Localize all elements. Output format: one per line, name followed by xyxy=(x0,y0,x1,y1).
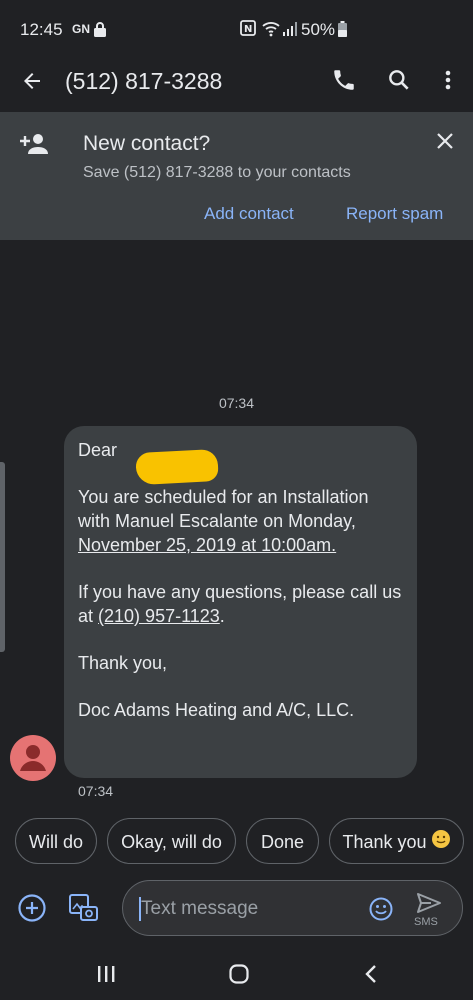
home-icon[interactable] xyxy=(228,963,250,990)
add-contact-button[interactable]: Add contact xyxy=(194,196,304,232)
smiley-emoji-icon xyxy=(431,820,451,866)
back-chevron-icon[interactable] xyxy=(362,963,382,990)
banner-title: New contact? xyxy=(83,132,211,155)
back-arrow-icon[interactable] xyxy=(20,69,44,98)
person-add-icon xyxy=(20,132,50,161)
report-spam-button[interactable]: Report spam xyxy=(336,196,454,232)
app-bar: (512) 817-3288 xyxy=(0,58,473,112)
scroll-indicator xyxy=(0,462,5,652)
avatar[interactable] xyxy=(10,735,56,781)
gallery-camera-icon[interactable] xyxy=(67,892,99,929)
phone-icon[interactable] xyxy=(331,67,357,98)
message-line-2-end: . xyxy=(219,606,225,626)
message-placeholder: Text message xyxy=(141,898,259,919)
svg-text:N: N xyxy=(244,24,252,35)
signal-icon xyxy=(283,21,297,41)
status-time: 12:45 xyxy=(20,20,63,39)
smart-reply-chip[interactable]: Thank you xyxy=(329,818,464,864)
smart-reply-label: Will do xyxy=(28,832,83,852)
carrier-label: GN xyxy=(72,22,90,36)
add-circle-icon[interactable] xyxy=(17,893,47,928)
new-contact-banner: New contact? Save (512) 817-3288 to your… xyxy=(0,112,473,240)
send-mode-label: SMS xyxy=(414,916,438,928)
status-bar: 12:45 GN N 50% xyxy=(0,0,473,58)
nfc-icon: N xyxy=(240,20,256,41)
wifi-icon xyxy=(262,21,280,42)
lock-icon xyxy=(93,21,107,42)
more-vert-icon[interactable] xyxy=(438,67,458,98)
search-icon[interactable] xyxy=(386,67,412,98)
compose-bar: Text message SMS xyxy=(0,878,473,938)
redaction-mark xyxy=(135,448,219,486)
person-icon xyxy=(20,745,46,771)
smart-reply-label: Thank you xyxy=(342,832,427,852)
recents-icon[interactable] xyxy=(96,964,116,989)
battery-percent: 50% xyxy=(301,20,336,39)
message-bubble[interactable]: Dear You are scheduled for an Installati… xyxy=(64,426,417,778)
message-line-1: You are scheduled for an Installation wi… xyxy=(78,487,369,531)
conversation-timestamp: 07:34 xyxy=(218,395,255,411)
message-line-4: Doc Adams Heating and A/C, LLC. xyxy=(78,700,355,720)
message-greeting: Dear xyxy=(78,440,118,460)
message-timestamp: 07:34 xyxy=(78,783,114,799)
conversation-title: (512) 817-3288 xyxy=(65,68,223,94)
smart-reply-label: Done xyxy=(260,832,305,852)
appointment-date-link[interactable]: November 25, 2019 at 10:00am. xyxy=(78,535,336,555)
message-input[interactable]: Text message SMS xyxy=(122,880,463,936)
smart-reply-chip[interactable]: Done xyxy=(246,818,319,864)
phone-number-link[interactable]: (210) 957-1123 xyxy=(98,606,220,626)
close-icon[interactable] xyxy=(434,130,456,157)
emoji-icon[interactable] xyxy=(368,896,394,927)
system-nav-bar xyxy=(0,950,473,1000)
smart-reply-label: Okay, will do xyxy=(121,832,222,852)
smart-reply-chip[interactable]: Will do xyxy=(15,818,97,864)
smart-replies: Will do Okay, will do Done Thank you xyxy=(0,818,473,866)
message-line-3: Thank you, xyxy=(78,653,168,673)
battery-icon xyxy=(338,21,347,42)
banner-subtitle: Save (512) 817-3288 to your contacts xyxy=(83,164,351,181)
smart-reply-chip[interactable]: Okay, will do xyxy=(107,818,236,864)
